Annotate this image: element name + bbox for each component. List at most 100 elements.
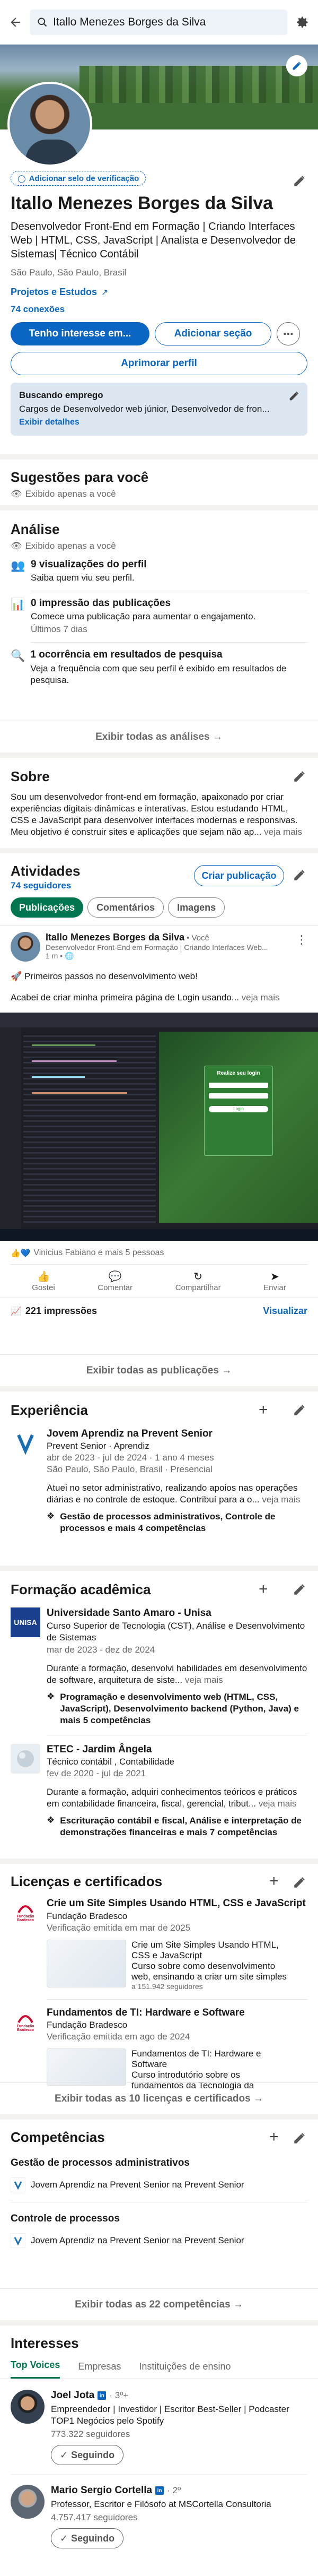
analytics-item[interactable]: 🔍 1 ocorrência em resultados de pesquisa…	[0, 643, 318, 686]
connections-count[interactable]: 74 conexões	[11, 304, 307, 315]
post[interactable]: Itallo Menezes Borges da Silva • Você De…	[0, 926, 318, 1003]
skill-item[interactable]: Controle de processos Jovem Aprendiz na …	[0, 2202, 318, 2248]
analytics-item-title: 9 visualizações do perfil	[31, 559, 147, 570]
edit-job-icon[interactable]	[288, 390, 300, 404]
interests-card: Interesses Top Voices Empresas Instituiç…	[0, 2326, 318, 2576]
back-arrow-icon[interactable]	[8, 15, 22, 29]
post-time: 1 m • 🌐	[46, 952, 295, 961]
edit-activity-icon[interactable]	[293, 868, 307, 883]
experience-org: Prevent Senior · Aprendiz	[47, 1441, 149, 1451]
education-more-link[interactable]: veja mais	[259, 1799, 297, 1809]
skill-item[interactable]: Gestão de processos administrativos Jove…	[0, 2146, 318, 2192]
license-item[interactable]: Fundação Bradesco Fundamentos de TI: Har…	[0, 2000, 318, 2091]
interest-item[interactable]: Mario Sergio Cortella in · 2º Professor,…	[0, 2475, 318, 2548]
attachment-title: Fundamentos de TI: Hardware e Software	[131, 2048, 261, 2069]
add-skill-icon[interactable]: +	[269, 2129, 284, 2145]
show-all-posts-link[interactable]: Exibir todas as publicações →	[0, 1354, 318, 1386]
thumbs-up-icon: 👍	[37, 1271, 50, 1283]
send-button[interactable]: ➤ Enviar	[263, 1270, 286, 1292]
projects-link[interactable]: Projetos e Estudos	[11, 287, 97, 298]
education-skills[interactable]: Programação e desenvolvimento web (HTML,…	[60, 1691, 307, 1726]
license-item[interactable]: Fundação Bradesco Crie um Site Simples U…	[0, 1890, 318, 1991]
license-date: Verificação emitida em ago de 2024	[47, 2032, 190, 2042]
interest-name[interactable]: Joel Jota	[51, 2390, 94, 2401]
tab-companies[interactable]: Empresas	[78, 2361, 121, 2379]
post-image[interactable]: Realize seu login Login	[0, 1013, 318, 1241]
share-button[interactable]: ↻ Compartilhar	[175, 1270, 221, 1292]
verify-label: Adicionar selo de verificação	[29, 174, 139, 183]
comment-button[interactable]: 💬 Comentar	[98, 1270, 132, 1292]
following-button[interactable]: ✓ Seguindo	[51, 2445, 124, 2465]
analytics-visibility: Exibido apenas a você	[25, 541, 116, 551]
like-button[interactable]: 👍 Gostei	[32, 1270, 55, 1292]
diamond-icon: ❖	[47, 1511, 55, 1521]
filter-posts[interactable]: Publicações	[11, 897, 84, 918]
show-all-licenses-link[interactable]: Exibir todas as 10 licenças e certificad…	[0, 2082, 318, 2114]
post-menu-icon[interactable]: ⋮	[296, 933, 307, 947]
edit-education-icon[interactable]	[293, 1583, 307, 1597]
search-input[interactable]: Itallo Menezes Borges da Silva	[30, 9, 287, 35]
job-details-link[interactable]: Exibir detalhes	[19, 418, 299, 427]
interest-button[interactable]: Tenho interesse em...	[11, 322, 149, 345]
experience-skills[interactable]: Gestão de processos administrativos, Con…	[60, 1511, 307, 1534]
interests-title: Interesses	[11, 2335, 79, 2351]
analytics-item-period: Últimos 7 dias	[31, 624, 87, 634]
eye-icon: 👁	[11, 541, 22, 551]
interest-degree: · 2º	[167, 2485, 181, 2495]
post-reactions[interactable]: Vinicius Fabiano e mais 5 pessoas	[33, 1248, 164, 1258]
education-item[interactable]: UNISA Universidade Santo Amaro - Unisa C…	[11, 1607, 307, 1726]
send-label: Enviar	[263, 1283, 286, 1292]
about-more-link[interactable]: veja mais	[264, 827, 302, 837]
experience-item[interactable]: Jovem Aprendiz na Prevent Senior Prevent…	[11, 1428, 307, 1534]
verify-badge-button[interactable]: ◯ Adicionar selo de verificação	[11, 171, 146, 186]
experience-more-link[interactable]: veja mais	[262, 1494, 300, 1505]
edit-about-icon[interactable]	[293, 770, 307, 784]
interest-followers: 4.757.417 seguidores	[51, 2512, 138, 2522]
education-skills[interactable]: Escrituração contábil e fiscal, Análise …	[60, 1815, 307, 1838]
login-preview-button: Login	[209, 1106, 268, 1112]
analytics-item[interactable]: 👥 9 visualizações do perfil Saiba quem v…	[0, 551, 318, 583]
filter-images[interactable]: Imagens	[168, 897, 225, 918]
edit-licenses-icon[interactable]	[293, 1875, 307, 1890]
license-issuer: Fundação Bradesco	[47, 1911, 128, 1921]
fundacao-bradesco-logo-text: Fundação Bradesco	[16, 1915, 34, 1922]
avatar	[11, 2390, 45, 2424]
linkedin-badge-icon: in	[155, 2486, 164, 2495]
top-bar: Itallo Menezes Borges da Silva	[0, 0, 318, 45]
interest-item[interactable]: Joel Jota in · 3º+ Empreendedor | Invest…	[0, 2379, 318, 2465]
show-all-skills-link[interactable]: Exibir todas as 22 competências →	[0, 2288, 318, 2320]
edit-cover-icon[interactable]	[286, 55, 307, 76]
edit-skills-icon[interactable]	[293, 2131, 307, 2146]
prevent-senior-logo	[11, 2233, 25, 2248]
license-attachment[interactable]: Crie um Site Simples Usando HTML, CSS e …	[47, 1940, 306, 1991]
improve-profile-button[interactable]: Aprimorar perfil	[11, 352, 307, 375]
suggestions-visibility: Exibido apenas a você	[25, 489, 116, 499]
view-analytics-link[interactable]: Visualizar	[263, 1306, 307, 1317]
education-dates: fev de 2020 - jul de 2021	[47, 1768, 146, 1778]
show-all-analytics-link[interactable]: Exibir todas as análises →	[0, 721, 318, 753]
tab-top-voices[interactable]: Top Voices	[11, 2359, 60, 2379]
education-more-link[interactable]: veja mais	[185, 1675, 223, 1685]
more-options-button[interactable]: ⋯	[277, 322, 300, 345]
analytics-item[interactable]: 📊 0 impressão das publicações Comece uma…	[0, 591, 318, 635]
reaction-icons: 👍💙	[11, 1249, 31, 1258]
edit-experience-icon[interactable]	[293, 1403, 307, 1418]
education-item[interactable]: ETEC - Jardim Ângela Técnico contábil , …	[11, 1744, 307, 1838]
interest-name[interactable]: Mario Sergio Cortella	[51, 2485, 152, 2496]
add-section-button[interactable]: Adicionar seção	[155, 322, 271, 345]
job-search-card[interactable]: Buscando emprego Cargos de Desenvolvedor…	[11, 383, 307, 436]
following-button[interactable]: ✓ Seguindo	[51, 2528, 124, 2548]
license-date: Verificação emitida em mar de 2025	[47, 1923, 191, 1933]
add-experience-icon[interactable]: +	[259, 1402, 273, 1418]
profile-location: São Paulo, São Paulo, Brasil	[11, 267, 127, 278]
tab-schools[interactable]: Instituições de ensino	[139, 2361, 231, 2379]
create-post-button[interactable]: Criar publicação	[194, 865, 284, 886]
add-license-icon[interactable]: +	[269, 1873, 284, 1889]
filter-comments[interactable]: Comentários	[87, 897, 164, 918]
avatar[interactable]	[7, 82, 92, 167]
add-education-icon[interactable]: +	[259, 1581, 273, 1597]
post-author[interactable]: Itallo Menezes Borges da Silva	[46, 932, 184, 943]
post-more-link[interactable]: veja mais	[242, 992, 280, 1002]
analytics-card: Análise 👁 Exibido apenas a você 👥 9 visu…	[0, 511, 318, 753]
settings-gear-icon[interactable]	[295, 15, 310, 30]
